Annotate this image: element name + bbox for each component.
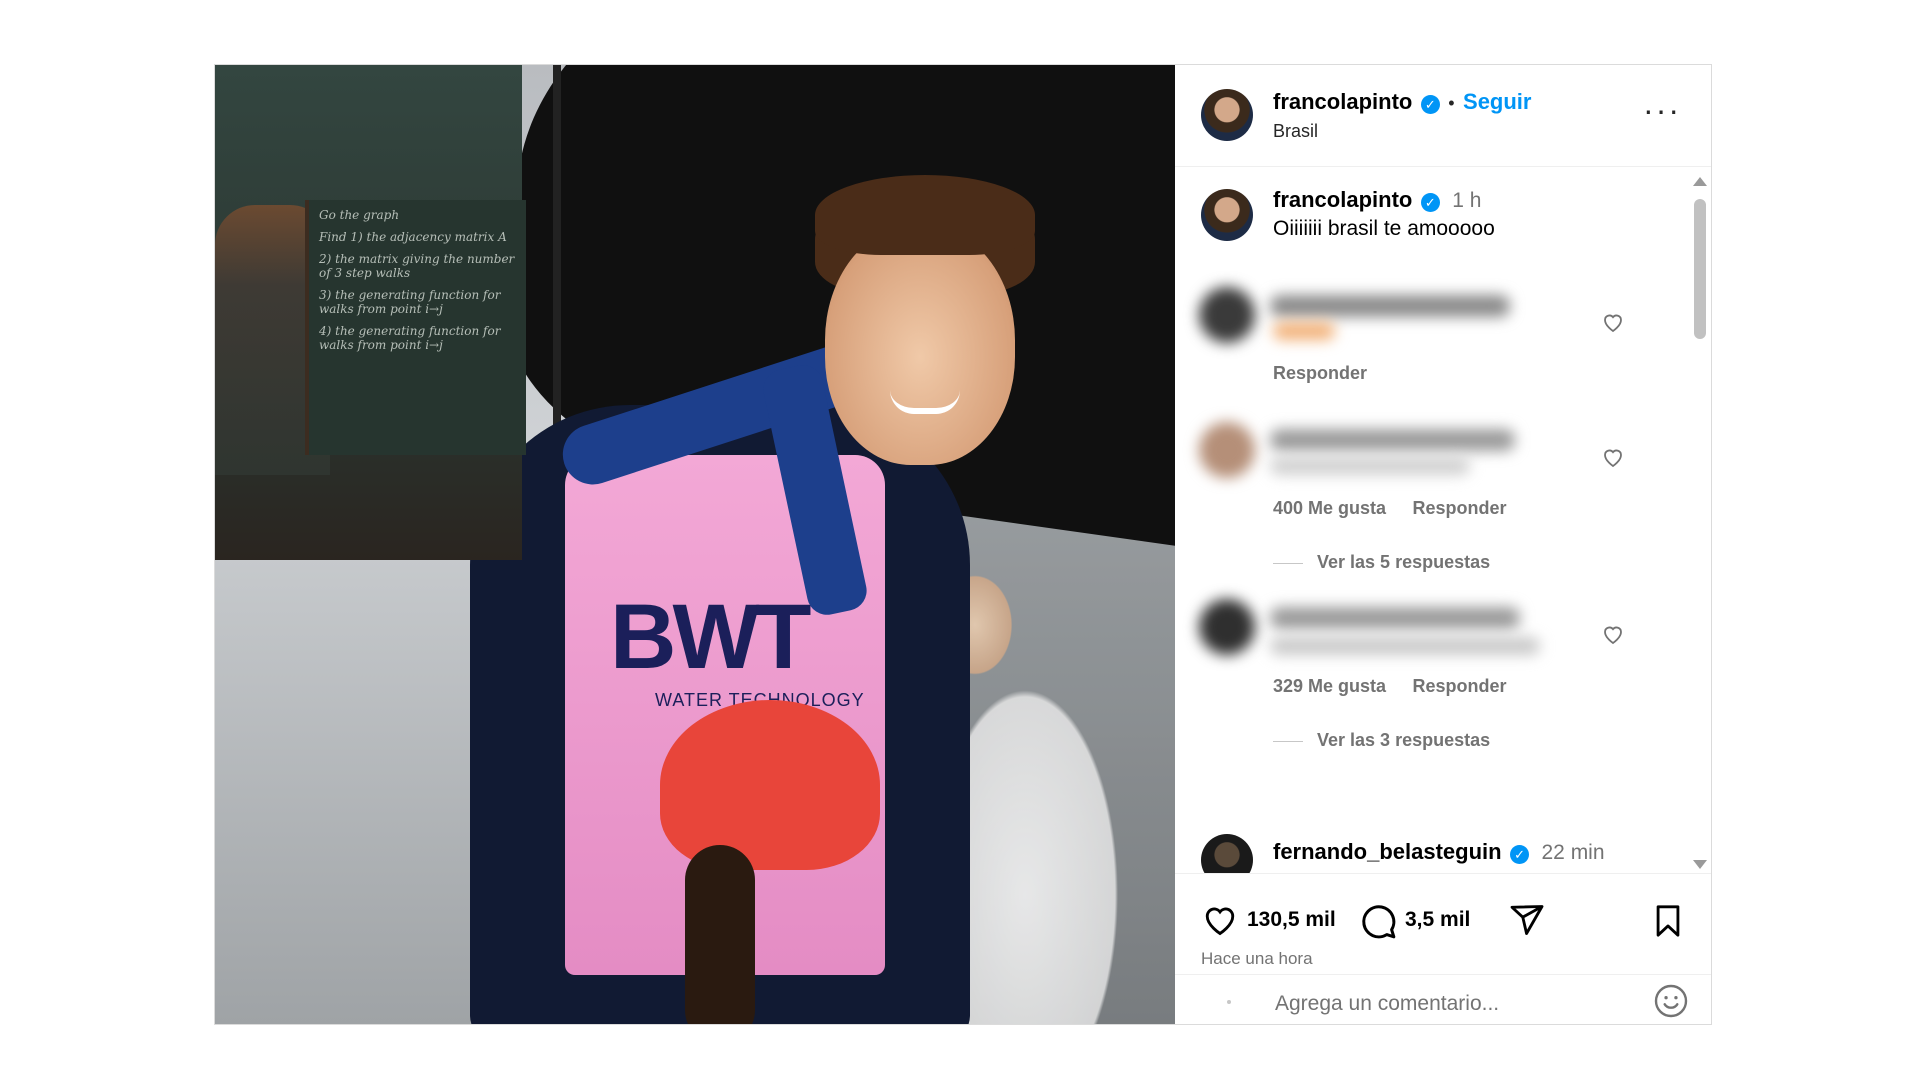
add-comment-input[interactable] [1273, 988, 1637, 1020]
caption-avatar[interactable] [1201, 189, 1253, 241]
driver-face [825, 225, 1015, 465]
comment-text [1273, 322, 1335, 340]
comments-section[interactable]: francolapinto ✓ 1 h Oiiiiiii brasil te a… [1175, 167, 1711, 873]
board-line: Find 1) the adjacency matrix A [319, 230, 507, 244]
post-image[interactable]: BWT WATER TECHNOLOGY ni Go the graph Fin… [215, 65, 1175, 1024]
view-replies-label[interactable]: Ver las 5 respuestas [1317, 552, 1490, 572]
braid [685, 845, 755, 1024]
replies-line [1273, 741, 1303, 743]
comment-username[interactable] [1270, 429, 1515, 451]
board-line: 2) the matrix giving the number of 3 ste… [319, 252, 515, 280]
comment-likes[interactable]: 329 Me gusta [1273, 676, 1386, 696]
post-location[interactable]: Brasil [1273, 121, 1318, 142]
comment-icon[interactable] [1359, 902, 1397, 940]
reply-button[interactable]: Responder [1413, 498, 1507, 518]
comment-meta: 329 Me gusta Responder [1273, 676, 1507, 697]
author-username[interactable]: francolapinto [1273, 89, 1412, 114]
caption-header: francolapinto ✓ 1 h [1273, 187, 1481, 213]
board-line: 3) the generating function for walks fro… [319, 288, 501, 316]
replies-line [1273, 563, 1303, 565]
post-actions: 130,5 mil 3,5 mil Hace una hora [1175, 873, 1711, 1025]
comment-meta: 400 Me gusta Responder [1273, 498, 1507, 519]
reply-button[interactable]: Responder [1413, 676, 1507, 696]
heart-icon[interactable] [1601, 310, 1625, 334]
emoji-icon[interactable] [1653, 983, 1689, 1019]
caption-text: Oiiiiiii brasil te amooooo [1273, 217, 1495, 240]
follow-button[interactable]: Seguir [1463, 89, 1531, 114]
post-sidebar: francolapinto ✓ • Seguir Brasil ··· fran… [1175, 65, 1711, 1024]
view-replies-label[interactable]: Ver las 3 respuestas [1317, 730, 1490, 750]
driver-hair-top [815, 175, 1035, 255]
view-replies-button[interactable]: Ver las 5 respuestas [1273, 552, 1490, 573]
red-cap [660, 700, 880, 870]
inset-video-thumbnail: Go the graph Find 1) the adjacency matri… [215, 65, 526, 560]
author-avatar[interactable] [1201, 89, 1253, 141]
post-time: Hace una hora [1201, 949, 1313, 968]
avatar-placeholder [1227, 1000, 1231, 1004]
heart-icon[interactable] [1601, 622, 1625, 646]
verified-badge-icon: ✓ [1420, 95, 1440, 115]
like-icon[interactable] [1201, 902, 1239, 938]
inset-blackboard: Go the graph Find 1) the adjacency matri… [305, 200, 526, 455]
comment-avatar[interactable] [1199, 599, 1255, 655]
comments-scrollbar[interactable] [1693, 177, 1707, 869]
save-icon[interactable] [1651, 902, 1685, 940]
comment-text [1270, 637, 1540, 655]
comment-username[interactable]: fernando_belasteguin [1273, 839, 1502, 864]
board-line: Go the graph [319, 208, 400, 222]
vest-bwt-logo: BWT [610, 586, 811, 688]
add-comment-bar [1175, 974, 1711, 1026]
comment-username[interactable] [1270, 607, 1520, 629]
comment-likes[interactable]: 400 Me gusta [1273, 498, 1386, 518]
separator: • [1448, 93, 1455, 113]
comment-time: 22 min [1541, 841, 1605, 864]
more-options-icon[interactable]: ··· [1643, 94, 1681, 126]
instagram-post-modal: BWT WATER TECHNOLOGY ni Go the graph Fin… [214, 64, 1712, 1025]
view-replies-button[interactable]: Ver las 3 respuestas [1273, 730, 1490, 751]
caption-time: 1 h [1452, 189, 1482, 212]
comment-text [1270, 457, 1470, 475]
reply-button[interactable]: Responder [1273, 363, 1367, 384]
share-icon[interactable] [1508, 902, 1546, 938]
comment-avatar[interactable] [1199, 287, 1255, 343]
comment-avatar[interactable] [1199, 422, 1255, 478]
author-line: francolapinto ✓ • Seguir [1273, 89, 1531, 115]
scroll-up-icon[interactable] [1693, 177, 1707, 186]
post-header: francolapinto ✓ • Seguir Brasil ··· [1175, 65, 1711, 167]
scroll-down-icon[interactable] [1693, 860, 1707, 869]
comment-username[interactable] [1270, 295, 1510, 317]
verified-badge-icon: ✓ [1510, 845, 1530, 865]
likes-count[interactable]: 130,5 mil [1247, 908, 1336, 932]
board-line: 4) the generating function for walks fro… [319, 324, 501, 352]
caption-username[interactable]: francolapinto [1273, 187, 1412, 212]
heart-icon[interactable] [1601, 445, 1625, 469]
comment-header: fernando_belasteguin ✓ 22 min [1273, 839, 1605, 865]
comment-avatar[interactable] [1201, 834, 1253, 873]
verified-badge-icon: ✓ [1420, 193, 1440, 213]
scroll-thumb[interactable] [1694, 199, 1706, 339]
comments-count[interactable]: 3,5 mil [1405, 908, 1470, 932]
